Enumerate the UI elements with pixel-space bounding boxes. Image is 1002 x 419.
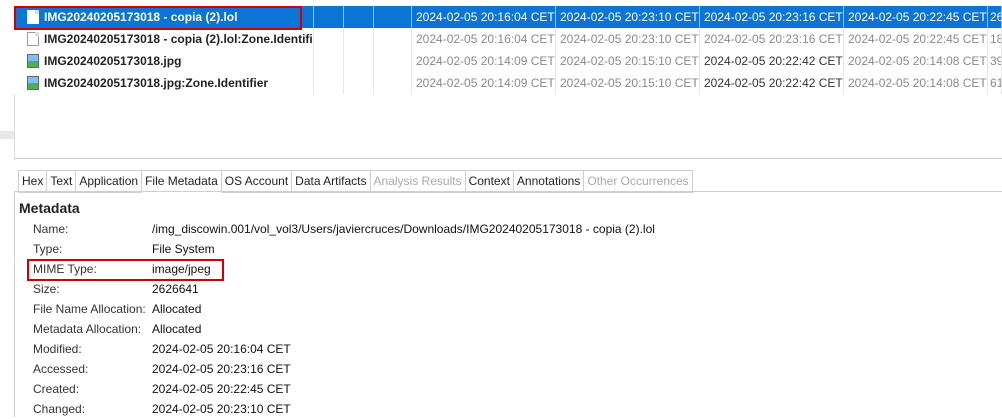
metadata-value: 2024-02-05 20:16:04 CET [152, 342, 291, 356]
pane-divider[interactable] [14, 158, 1002, 159]
empty-cell[interactable] [344, 72, 374, 94]
metadata-label: Modified: [33, 342, 82, 356]
image-file-icon [27, 76, 39, 90]
file-name-text: IMG20240205173018.jpg [44, 54, 182, 68]
highlight-box-mime-type [27, 259, 224, 281]
scrollbar-thumb[interactable] [0, 131, 14, 139]
size-cell[interactable]: 18 [988, 28, 1002, 50]
file-name-cell[interactable]: IMG20240205173018.jpg [14, 50, 314, 72]
metadata-value: 2626641 [152, 282, 199, 296]
date-cell[interactable]: 2024-02-05 20:14:09 CET [412, 50, 556, 72]
date-cell[interactable]: 2024-02-05 20:23:16 CET [700, 6, 844, 28]
tab-data-artifacts[interactable]: Data Artifacts [292, 170, 371, 193]
size-cell[interactable]: 39 [988, 50, 1002, 72]
file-name-text: IMG20240205173018.jpg:Zone.Identifier [44, 76, 269, 90]
metadata-value: Allocated [152, 322, 202, 336]
size-cell[interactable]: 61 [988, 72, 1002, 94]
tab-hex[interactable]: Hex [18, 170, 48, 193]
metadata-label: Created: [33, 382, 80, 396]
empty-cell[interactable] [344, 6, 374, 28]
date-cell[interactable]: 2024-02-05 20:23:10 CET [556, 6, 700, 28]
date-cell[interactable]: 2024-02-05 20:14:08 CET [844, 72, 988, 94]
date-cell[interactable]: 2024-02-05 20:22:45 CET [844, 6, 988, 28]
date-cell[interactable]: 2024-02-05 20:23:10 CET [556, 28, 700, 50]
metadata-value: File System [152, 242, 215, 256]
table-row[interactable]: IMG20240205173018.jpg:Zone.Identifier 202… [14, 72, 1002, 94]
tab-context[interactable]: Context [465, 170, 514, 193]
document-icon [27, 32, 39, 46]
tab-os-account[interactable]: OS Account [221, 170, 293, 193]
date-cell[interactable]: 2024-02-05 20:15:10 CET [556, 50, 700, 72]
date-cell[interactable]: 2024-02-05 20:16:04 CET [412, 6, 556, 28]
size-cell[interactable]: 26 [988, 6, 1002, 28]
empty-cell[interactable] [314, 50, 344, 72]
tab-analysis-results: Analysis Results [370, 170, 466, 193]
content-viewer-tabs: Hex Text Application File Metadata OS Accoun… [18, 170, 693, 193]
date-cell[interactable]: 2024-02-05 20:14:08 CET [844, 50, 988, 72]
tab-text[interactable]: Text [47, 170, 77, 193]
date-cell[interactable]: 2024-02-05 20:22:45 CET [844, 28, 988, 50]
empty-cell[interactable] [314, 28, 344, 50]
empty-cell[interactable] [314, 6, 344, 28]
metadata-title: Metadata [19, 200, 80, 216]
metadata-value: /img_discowin.001/vol_vol3/Users/javierc… [152, 222, 655, 236]
horizontal-scrollbar[interactable] [0, 131, 1002, 139]
metadata-label: File Name Allocation: [33, 302, 146, 316]
empty-cell[interactable] [344, 28, 374, 50]
table-row[interactable]: IMG20240205173018.jpg 2024-02-05 20:14:09… [14, 50, 1002, 72]
empty-cell[interactable] [314, 72, 344, 94]
date-cell[interactable]: 2024-02-05 20:15:10 CET [556, 72, 700, 94]
tab-annotations[interactable]: Annotations [513, 170, 585, 193]
metadata-value: 2024-02-05 20:23:16 CET [152, 362, 291, 376]
empty-cell[interactable] [374, 6, 412, 28]
metadata-label: Metadata Allocation: [33, 322, 142, 336]
date-cell[interactable]: 2024-02-05 20:16:04 CET [412, 28, 556, 50]
highlight-box-filename [14, 6, 302, 30]
metadata-label: Accessed: [33, 362, 89, 376]
empty-cell[interactable] [344, 50, 374, 72]
left-edge-line [14, 94, 15, 160]
metadata-label: Type: [33, 242, 63, 256]
empty-cell[interactable] [374, 50, 412, 72]
date-cell[interactable]: 2024-02-05 20:22:42 CET [700, 50, 844, 72]
image-file-icon [27, 54, 39, 68]
file-name-cell[interactable]: IMG20240205173018.jpg:Zone.Identifier [14, 72, 314, 94]
metadata-value: 2024-02-05 20:23:10 CET [152, 402, 291, 416]
tab-other-occurrences: Other Occurrences [584, 170, 693, 193]
metadata-label: Changed: [33, 402, 86, 416]
tab-file-metadata[interactable]: File Metadata [142, 170, 222, 193]
date-cell[interactable]: 2024-02-05 20:14:09 CET [412, 72, 556, 94]
file-name-text: IMG20240205173018 - copia (2).lol:Zone.I… [44, 32, 314, 46]
metadata-label: Size: [33, 282, 60, 296]
metadata-value: Allocated [152, 302, 202, 316]
metadata-label: Name: [33, 222, 69, 236]
empty-cell[interactable] [374, 72, 412, 94]
metadata-value: 2024-02-05 20:22:45 CET [152, 382, 291, 396]
date-cell[interactable]: 2024-02-05 20:23:16 CET [700, 28, 844, 50]
file-name-cell[interactable]: IMG20240205173018 - copia (2).lol:Zone.I… [14, 28, 314, 50]
date-cell[interactable]: 2024-02-05 20:22:42 CET [700, 72, 844, 94]
table-row[interactable]: IMG20240205173018 - copia (2).lol:Zone.I… [14, 28, 1002, 50]
tab-application[interactable]: Application [76, 170, 143, 193]
empty-cell[interactable] [374, 28, 412, 50]
